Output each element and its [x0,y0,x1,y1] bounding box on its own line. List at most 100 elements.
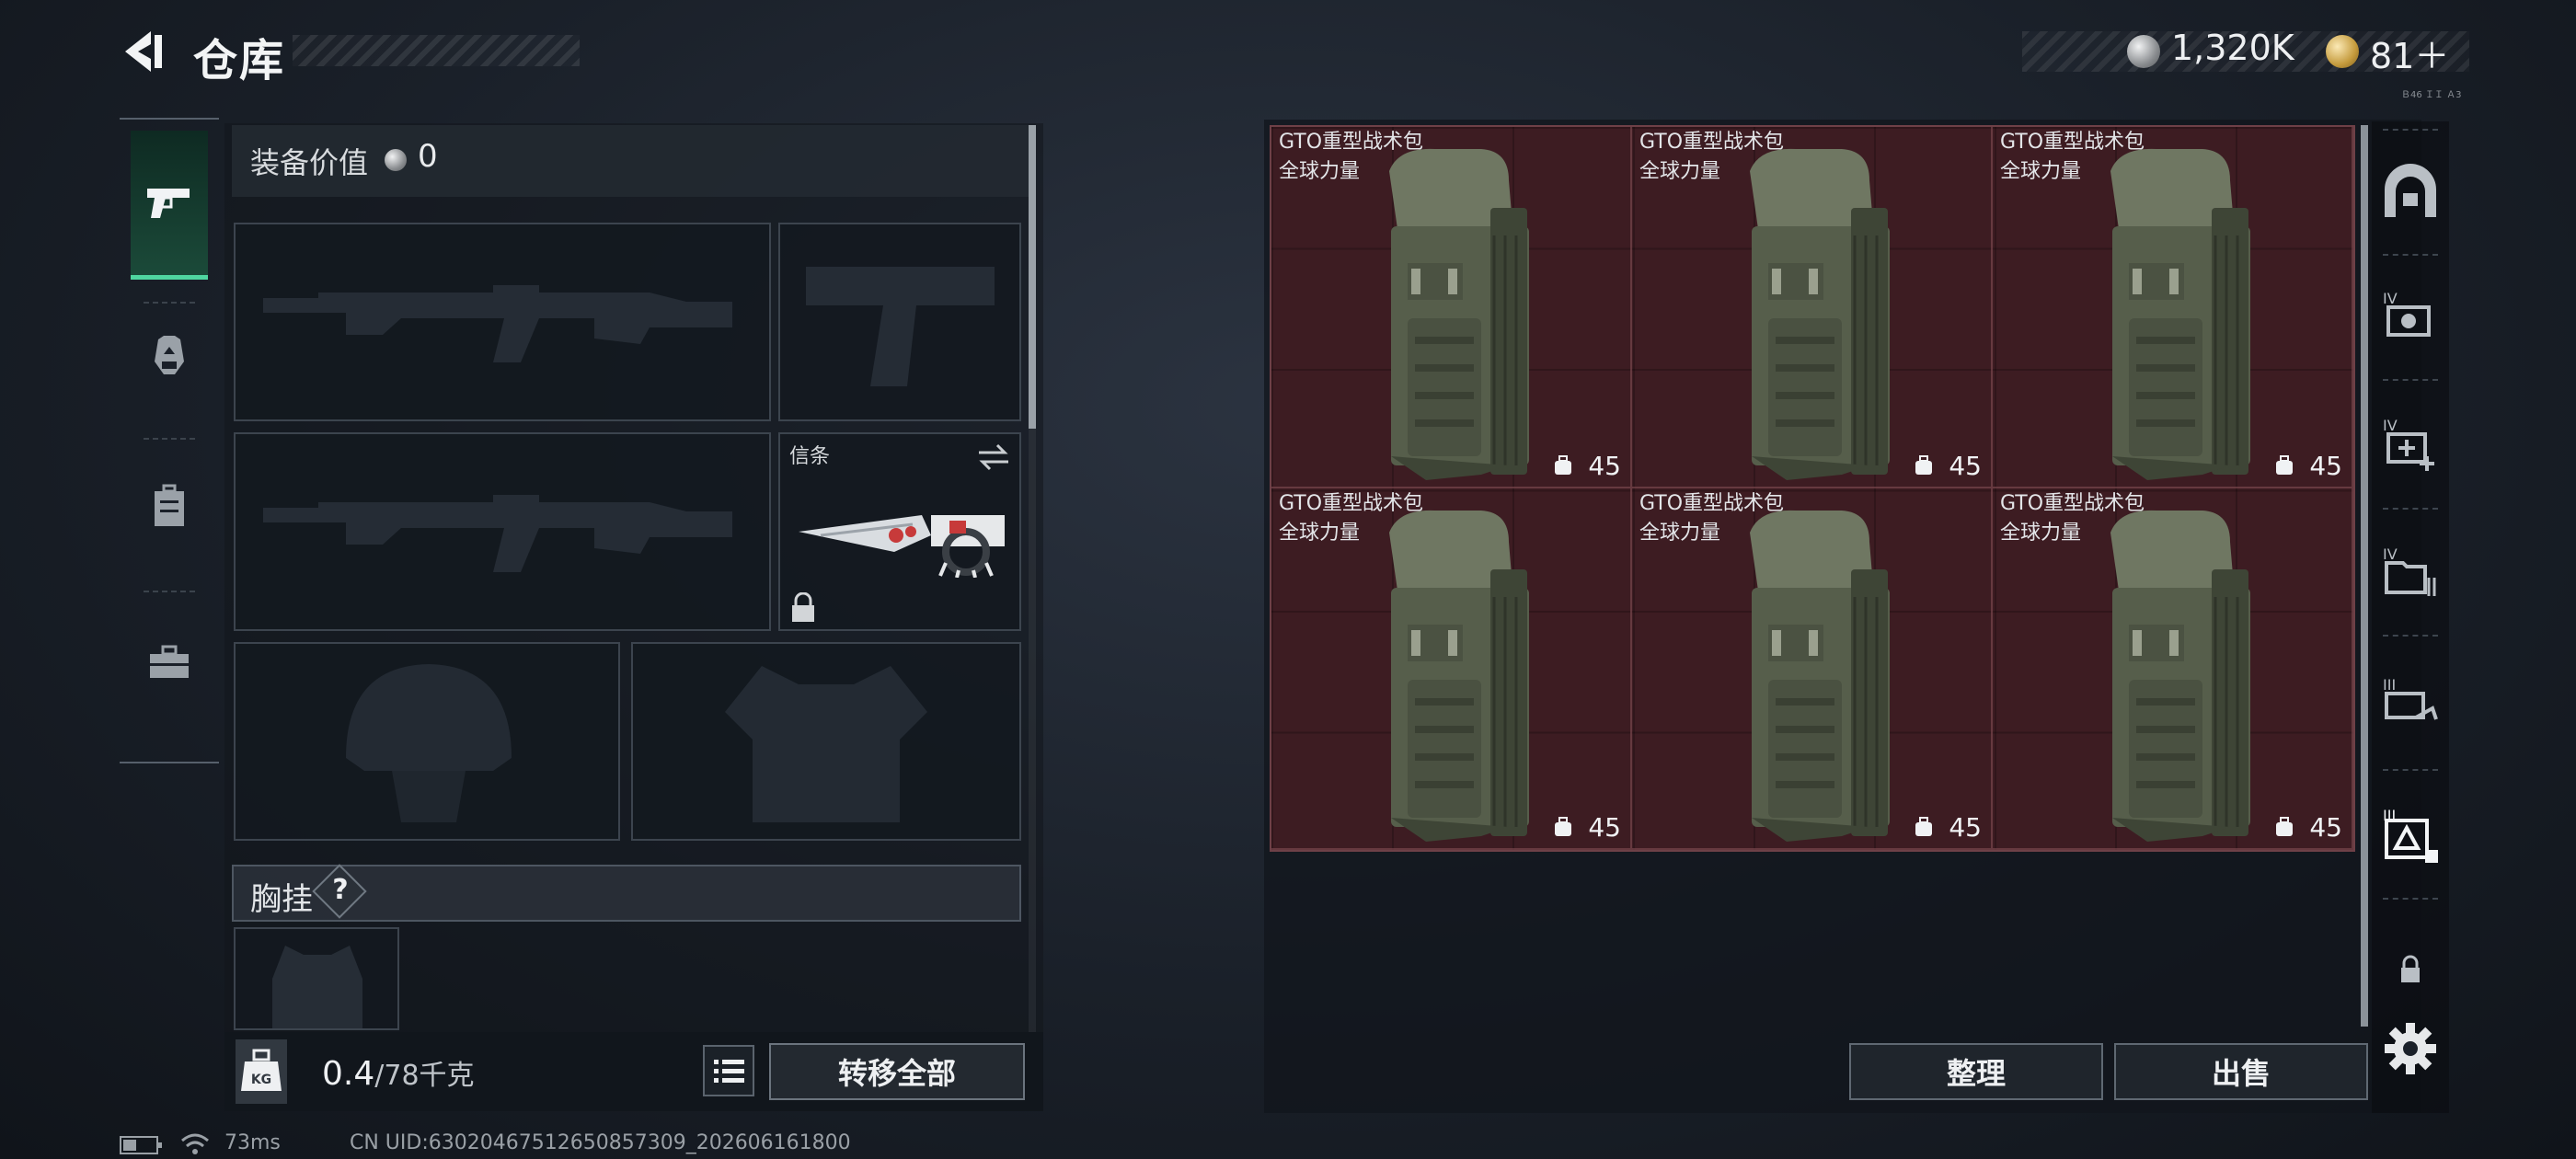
capacity-icon [1915,455,1932,475]
weight-readout: 0.4/78千克 [322,1052,475,1093]
lock-icon [792,592,814,622]
item-brand: 全球力量 [2000,160,2082,183]
backpack-image [2110,148,2250,480]
item-capacity: 45 [1949,812,1982,843]
helmet-silhouette-icon [346,664,512,822]
gas-mask-icon [155,336,184,374]
wifi-icon [181,1133,209,1154]
version-tag: Ｂ46 ＩＩ Ａ3 [2401,90,2462,100]
item-capacity: 45 [2309,812,2342,843]
backpack-icon [155,484,184,526]
item-name: GTO重型战术包 [1279,492,1424,515]
tier-iv-folder-icon[interactable]: IV [2379,541,2442,603]
backpack-image [1389,148,1529,480]
silver-coin-icon [2127,35,2160,68]
storage-item-card[interactable]: GTO重型战术包 全球力量 45 [1632,488,1993,850]
storage-item-card[interactable]: GTO重型战术包 全球力量 45 [1993,127,2353,488]
tier-label: III [2383,676,2396,694]
nav-item-tools[interactable] [120,589,219,736]
item-name: GTO重型战术包 [2000,492,2145,515]
storage-item-card[interactable]: GTO重型战术包 全球力量 45 [1632,127,1993,488]
capacity-icon [2276,817,2293,836]
weight-icon: KG [236,1039,287,1104]
tier-iv-case-icon[interactable]: IV [2379,285,2442,348]
item-name: GTO重型战术包 [1639,492,1785,515]
storage-grid: GTO重型战术包 全球力量 45 GTO重型战术包 全球力量 45 GTO重型战… [1270,125,2355,852]
equipment-value: 0 [418,138,438,175]
sidearm-slot[interactable] [778,223,1021,421]
list-view-button[interactable] [703,1045,754,1096]
item-capacity: 45 [1588,451,1621,481]
ping-readout: 73ms [224,1131,281,1154]
sell-button[interactable]: 出售 [2114,1043,2368,1100]
help-question-mark: ? [332,874,349,906]
back-button[interactable] [118,26,169,77]
chest-rig-silhouette-icon [272,946,362,1028]
lock-icon[interactable] [2379,940,2442,1003]
capacity-icon [2276,455,2293,475]
tier-iii-container-icon[interactable]: III [2379,802,2442,865]
item-capacity: 45 [1588,812,1621,843]
capacity-icon [1915,817,1932,836]
nav-item-armor[interactable] [120,281,219,429]
item-brand: 全球力量 [1279,160,1361,183]
primary-weapon-slot-1[interactable] [234,223,771,421]
backpack-image [1750,148,1890,480]
user-uid: CN UID:63020467512650857309_202606161800 [350,1131,851,1154]
primary-weapon-slot-2[interactable] [234,432,771,631]
page-title: 仓库 [193,35,286,86]
item-brand: 全球力量 [2000,522,2082,545]
backpack-image [1750,510,1890,842]
melee-slot[interactable]: 信条 [778,432,1021,631]
kg-label: KG [251,1073,271,1087]
item-name: GTO重型战术包 [1639,131,1785,154]
silver-coin-icon [385,149,407,171]
tier-iv-medkit-icon[interactable]: IV [2379,412,2442,475]
helmet-slot[interactable] [234,642,620,841]
nav-item-weapons[interactable] [131,131,208,280]
pistol-silhouette-icon [806,267,995,386]
chest-rig-slot[interactable] [234,927,399,1030]
silver-balance: 1,320K [2171,28,2294,68]
body-armor-slot[interactable] [631,642,1021,841]
tier-label: IV [2383,417,2398,434]
gold-balance[interactable]: 81＋ [2370,28,2449,78]
nav-item-backpacks[interactable] [120,432,219,580]
list-icon [714,1060,744,1083]
backpack-image [1389,510,1529,842]
melee-item-name: 信条 [789,445,831,468]
item-brand: 全球力量 [1639,160,1721,183]
tier-iii-wallet-icon[interactable]: III [2379,671,2442,734]
category-nav [120,118,219,763]
item-capacity: 45 [2309,451,2342,481]
sort-button[interactable]: 整理 [1849,1043,2103,1100]
battery-icon [120,1136,162,1154]
storage-scrollbar[interactable] [2361,125,2368,1027]
storage-item-card[interactable]: GTO重型战术包 全球力量 45 [1271,127,1632,488]
settings-gear-icon[interactable] [2379,1017,2442,1080]
equipment-value-label: 装备价值 [250,145,369,180]
storage-item-card[interactable]: GTO重型战术包 全球力量 45 [1271,488,1632,850]
rifle-silhouette-icon [263,495,732,572]
item-brand: 全球力量 [1279,522,1361,545]
equipment-scroll-thumb[interactable] [1029,125,1036,429]
item-brand: 全球力量 [1639,522,1721,545]
vest-silhouette-icon [725,666,927,822]
tier-label: IV [2383,545,2398,563]
toolbox-icon [150,645,189,678]
knife-icon [799,515,1005,578]
capacity-icon [1555,817,1571,836]
swap-icon[interactable] [975,442,1012,473]
tier-label: IV [2383,290,2398,307]
stash-tab-icon[interactable] [2379,162,2442,224]
gold-coin-icon [2326,35,2359,68]
item-name: GTO重型战术包 [2000,131,2145,154]
transfer-all-button[interactable]: 转移全部 [769,1043,1025,1100]
chest-rig-label: 胸挂 [250,881,313,918]
backpack-image [2110,510,2250,842]
weight-max: /78千克 [374,1060,475,1092]
storage-item-card[interactable]: GTO重型战术包 全球力量 45 [1993,488,2353,850]
weight-current: 0.4 [322,1055,375,1093]
item-name: GTO重型战术包 [1279,131,1424,154]
item-capacity: 45 [1949,451,1982,481]
